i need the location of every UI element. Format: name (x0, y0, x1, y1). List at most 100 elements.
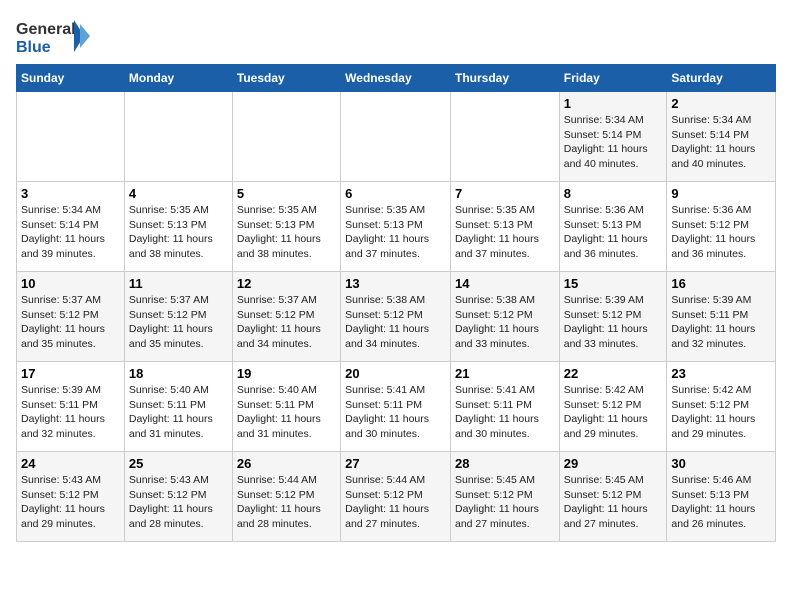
day-info: Sunrise: 5:44 AM Sunset: 5:12 PM Dayligh… (345, 473, 446, 532)
calendar-cell: 7Sunrise: 5:35 AM Sunset: 5:13 PM Daylig… (450, 182, 559, 272)
day-info: Sunrise: 5:40 AM Sunset: 5:11 PM Dayligh… (237, 383, 336, 442)
day-number: 25 (129, 456, 228, 471)
day-info: Sunrise: 5:44 AM Sunset: 5:12 PM Dayligh… (237, 473, 336, 532)
calendar-cell: 29 Sunrise: 5:45 AM Sunset: 5:12 PM Dayli… (559, 452, 667, 542)
day-number: 18 (129, 366, 228, 381)
calendar-cell: 19 Sunrise: 5:40 AM Sunset: 5:11 PM Dayli… (232, 362, 340, 452)
calendar-cell: 9 Sunrise: 5:36 AM Sunset: 5:12 PM Daylig… (667, 182, 776, 272)
day-number: 21 (455, 366, 555, 381)
day-info: Sunrise: 5:45 AM Sunset: 5:12 PM Dayligh… (455, 473, 555, 532)
day-info: Sunrise: 5:39 AM Sunset: 5:11 PM Dayligh… (671, 293, 771, 352)
weekday-header: Wednesday (341, 65, 451, 92)
weekday-header: Sunday (17, 65, 125, 92)
day-number: 14 (455, 276, 555, 291)
day-number: 11 (129, 276, 228, 291)
calendar-cell: 1 Sunrise: 5:34 AM Sunset: 5:14 PM Daylig… (559, 92, 667, 182)
day-info: Sunrise: 5:36 AM Sunset: 5:12 PM Dayligh… (671, 203, 771, 262)
calendar-cell: 24 Sunrise: 5:43 AM Sunset: 5:12 PM Dayli… (17, 452, 125, 542)
day-info: Sunrise: 5:34 AM Sunset: 5:14 PM Dayligh… (564, 113, 663, 172)
day-info: Sunrise: 5:38 AM Sunset: 5:12 PM Dayligh… (455, 293, 555, 352)
calendar-cell: 22 Sunrise: 5:42 AM Sunset: 5:12 PM Dayli… (559, 362, 667, 452)
day-info: Sunrise: 5:43 AM Sunset: 5:12 PM Dayligh… (21, 473, 120, 532)
day-number: 9 (671, 186, 771, 201)
calendar-table: SundayMondayTuesdayWednesdayThursdayFrid… (16, 64, 776, 542)
day-number: 1 (564, 96, 663, 111)
calendar-cell (232, 92, 340, 182)
calendar-cell: 13Sunrise: 5:38 AM Sunset: 5:12 PM Dayli… (341, 272, 451, 362)
day-info: Sunrise: 5:37 AM Sunset: 5:12 PM Dayligh… (129, 293, 228, 352)
day-info: Sunrise: 5:39 AM Sunset: 5:11 PM Dayligh… (21, 383, 120, 442)
day-number: 29 (564, 456, 663, 471)
calendar-cell: 11 Sunrise: 5:37 AM Sunset: 5:12 PM Dayli… (124, 272, 232, 362)
day-info: Sunrise: 5:35 AM Sunset: 5:13 PM Dayligh… (129, 203, 228, 262)
day-info: Sunrise: 5:34 AM Sunset: 5:14 PM Dayligh… (21, 203, 120, 262)
logo-svg: GeneralBlue (16, 16, 96, 56)
day-number: 12 (237, 276, 336, 291)
calendar-cell: 28 Sunrise: 5:45 AM Sunset: 5:12 PM Dayli… (450, 452, 559, 542)
calendar-cell: 8 Sunrise: 5:36 AM Sunset: 5:13 PM Daylig… (559, 182, 667, 272)
weekday-header: Saturday (667, 65, 776, 92)
day-info: Sunrise: 5:36 AM Sunset: 5:13 PM Dayligh… (564, 203, 663, 262)
day-number: 8 (564, 186, 663, 201)
calendar-week-row: 1 Sunrise: 5:34 AM Sunset: 5:14 PM Daylig… (17, 92, 776, 182)
calendar-cell (450, 92, 559, 182)
day-number: 19 (237, 366, 336, 381)
calendar-cell: 27 Sunrise: 5:44 AM Sunset: 5:12 PM Dayli… (341, 452, 451, 542)
day-number: 4 (129, 186, 228, 201)
calendar-cell: 16 Sunrise: 5:39 AM Sunset: 5:11 PM Dayli… (667, 272, 776, 362)
day-number: 27 (345, 456, 446, 471)
day-number: 10 (21, 276, 120, 291)
day-number: 3 (21, 186, 120, 201)
calendar-cell: 4 Sunrise: 5:35 AM Sunset: 5:13 PM Daylig… (124, 182, 232, 272)
day-number: 28 (455, 456, 555, 471)
weekday-header: Friday (559, 65, 667, 92)
day-info: Sunrise: 5:42 AM Sunset: 5:12 PM Dayligh… (564, 383, 663, 442)
day-number: 20 (345, 366, 446, 381)
calendar-header-row: SundayMondayTuesdayWednesdayThursdayFrid… (17, 65, 776, 92)
calendar-cell: 15 Sunrise: 5:39 AM Sunset: 5:12 PM Dayli… (559, 272, 667, 362)
calendar-cell: 12 Sunrise: 5:37 AM Sunset: 5:12 PM Dayli… (232, 272, 340, 362)
calendar-cell: 20Sunrise: 5:41 AM Sunset: 5:11 PM Dayli… (341, 362, 451, 452)
day-info: Sunrise: 5:45 AM Sunset: 5:12 PM Dayligh… (564, 473, 663, 532)
calendar-cell: 14 Sunrise: 5:38 AM Sunset: 5:12 PM Dayli… (450, 272, 559, 362)
calendar-cell: 26 Sunrise: 5:44 AM Sunset: 5:12 PM Dayli… (232, 452, 340, 542)
calendar-cell (17, 92, 125, 182)
day-number: 7 (455, 186, 555, 201)
calendar-cell: 17 Sunrise: 5:39 AM Sunset: 5:11 PM Dayli… (17, 362, 125, 452)
day-info: Sunrise: 5:37 AM Sunset: 5:12 PM Dayligh… (237, 293, 336, 352)
calendar-cell: 23Sunrise: 5:42 AM Sunset: 5:12 PM Dayli… (667, 362, 776, 452)
svg-text:Blue: Blue (16, 39, 51, 56)
day-number: 24 (21, 456, 120, 471)
calendar-cell: 10 Sunrise: 5:37 AM Sunset: 5:12 PM Dayli… (17, 272, 125, 362)
calendar-cell: 2Sunrise: 5:34 AM Sunset: 5:14 PM Daylig… (667, 92, 776, 182)
day-number: 26 (237, 456, 336, 471)
day-info: Sunrise: 5:35 AM Sunset: 5:13 PM Dayligh… (345, 203, 446, 262)
day-number: 22 (564, 366, 663, 381)
calendar-cell: 25 Sunrise: 5:43 AM Sunset: 5:12 PM Dayli… (124, 452, 232, 542)
calendar-cell: 3 Sunrise: 5:34 AM Sunset: 5:14 PM Daylig… (17, 182, 125, 272)
day-number: 5 (237, 186, 336, 201)
calendar-week-row: 10 Sunrise: 5:37 AM Sunset: 5:12 PM Dayli… (17, 272, 776, 362)
svg-text:General: General (16, 21, 76, 38)
day-info: Sunrise: 5:41 AM Sunset: 5:11 PM Dayligh… (455, 383, 555, 442)
weekday-header: Monday (124, 65, 232, 92)
calendar-week-row: 24 Sunrise: 5:43 AM Sunset: 5:12 PM Dayli… (17, 452, 776, 542)
calendar-cell: 21 Sunrise: 5:41 AM Sunset: 5:11 PM Dayli… (450, 362, 559, 452)
weekday-header: Tuesday (232, 65, 340, 92)
calendar-cell (341, 92, 451, 182)
calendar-week-row: 17 Sunrise: 5:39 AM Sunset: 5:11 PM Dayli… (17, 362, 776, 452)
day-number: 30 (671, 456, 771, 471)
day-info: Sunrise: 5:39 AM Sunset: 5:12 PM Dayligh… (564, 293, 663, 352)
weekday-header: Thursday (450, 65, 559, 92)
calendar-cell: 6Sunrise: 5:35 AM Sunset: 5:13 PM Daylig… (341, 182, 451, 272)
day-number: 2 (671, 96, 771, 111)
day-info: Sunrise: 5:42 AM Sunset: 5:12 PM Dayligh… (671, 383, 771, 442)
day-info: Sunrise: 5:37 AM Sunset: 5:12 PM Dayligh… (21, 293, 120, 352)
logo-area: GeneralBlue (16, 16, 96, 56)
day-number: 15 (564, 276, 663, 291)
day-info: Sunrise: 5:43 AM Sunset: 5:12 PM Dayligh… (129, 473, 228, 532)
page-header: GeneralBlue (16, 16, 776, 56)
day-number: 17 (21, 366, 120, 381)
day-info: Sunrise: 5:46 AM Sunset: 5:13 PM Dayligh… (671, 473, 771, 532)
day-number: 16 (671, 276, 771, 291)
